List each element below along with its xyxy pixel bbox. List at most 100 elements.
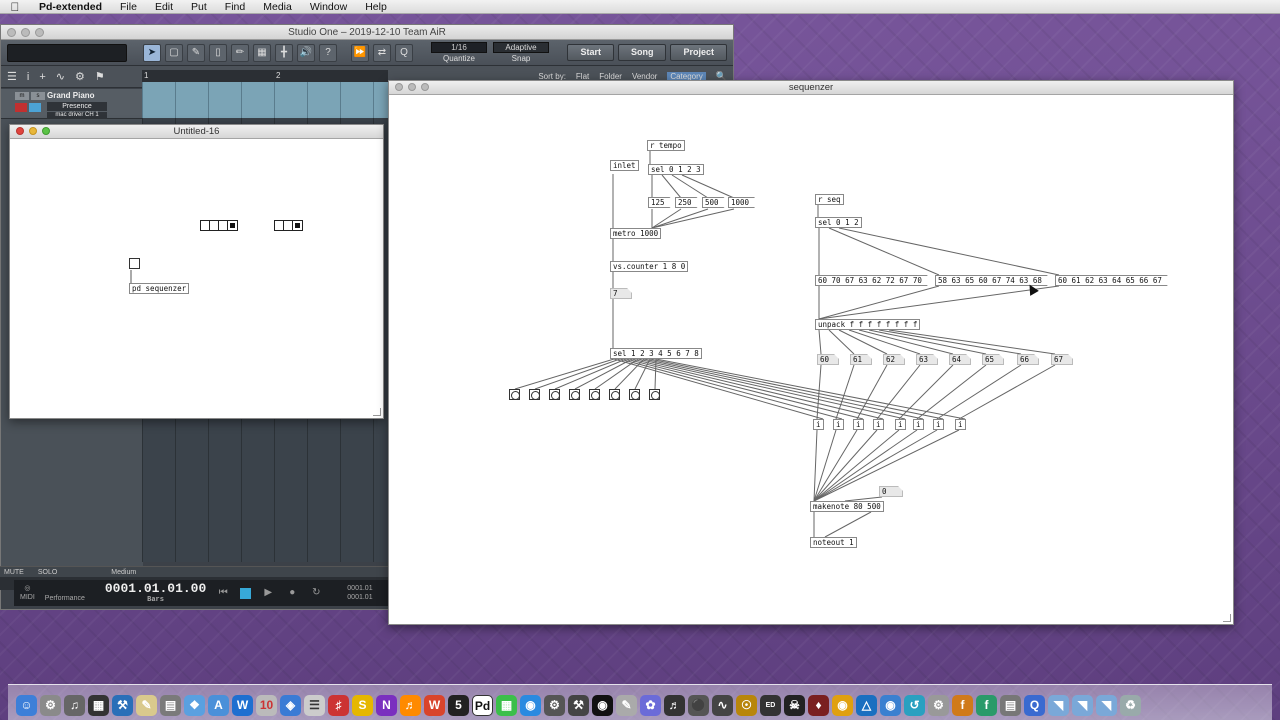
- safari-icon[interactable]: ❖: [184, 695, 205, 716]
- quicktime-icon[interactable]: Q: [1024, 695, 1045, 716]
- msg-250[interactable]: 250: [675, 197, 698, 208]
- folder-1-icon[interactable]: ◥: [1048, 695, 1069, 716]
- obj-sel-tempo[interactable]: sel 0 1 2 3: [648, 164, 704, 175]
- obj-i-2[interactable]: i: [833, 419, 844, 430]
- menu-media[interactable]: Media: [254, 1, 301, 13]
- cable-icon[interactable]: ∿: [712, 695, 733, 716]
- numbox-note-4[interactable]: 63: [916, 354, 938, 365]
- zoom-icon[interactable]: [42, 127, 50, 135]
- obj-noteout[interactable]: noteout 1: [810, 537, 857, 548]
- yellow-app-icon[interactable]: ◉: [832, 695, 853, 716]
- forward-icon[interactable]: ⏩: [351, 43, 369, 62]
- finder-icon[interactable]: ☺: [16, 695, 37, 716]
- solo-all-label[interactable]: SOLO: [38, 569, 57, 576]
- wavelab-icon[interactable]: W: [424, 695, 445, 716]
- menu-file[interactable]: File: [111, 1, 146, 13]
- numbox-zero[interactable]: 0: [879, 486, 903, 497]
- loop-transport-icon[interactable]: ↻: [309, 587, 323, 599]
- numbox-note-6[interactable]: 65: [982, 354, 1004, 365]
- msg-1000[interactable]: 1000: [728, 197, 755, 208]
- solo-button[interactable]: s: [31, 92, 45, 100]
- sequenzer-titlebar[interactable]: sequenzer: [389, 81, 1233, 95]
- app-store-icon[interactable]: A: [208, 695, 229, 716]
- headphones-icon[interactable]: ♬: [400, 695, 421, 716]
- msg-seq-3[interactable]: 60 61 62 63 64 65 66 67: [1055, 275, 1168, 286]
- listen-tool-icon[interactable]: 🔊: [297, 43, 315, 62]
- timebase-value[interactable]: Adaptive: [493, 42, 549, 53]
- resize-handle[interactable]: [373, 408, 381, 416]
- marker-icon[interactable]: ⚑: [95, 70, 105, 83]
- snap-label[interactable]: Snap: [512, 54, 531, 63]
- obj-i-6[interactable]: i: [913, 419, 924, 430]
- bang-step-4[interactable]: [569, 389, 580, 400]
- robot-icon[interactable]: ⚙: [544, 695, 565, 716]
- obj-r-seq[interactable]: r seq: [815, 194, 844, 205]
- resize-handle[interactable]: [1223, 614, 1231, 622]
- blue-app-icon[interactable]: △: [856, 695, 877, 716]
- onenote-icon[interactable]: N: [376, 695, 397, 716]
- menu-list-icon[interactable]: ☰: [7, 70, 17, 83]
- zoom-icon[interactable]: [421, 83, 429, 91]
- minimize-icon[interactable]: [29, 127, 37, 135]
- menu-help[interactable]: Help: [356, 1, 396, 13]
- bang-step-1[interactable]: [509, 389, 520, 400]
- apple-icon[interactable]: : [0, 0, 30, 14]
- red-app-icon[interactable]: ♦: [808, 695, 829, 716]
- numbox-note-1[interactable]: 60: [817, 354, 839, 365]
- piano-icon[interactable]: ▦: [88, 695, 109, 716]
- studio-one-icon[interactable]: 5: [448, 695, 469, 716]
- obj-metro[interactable]: metro 1000: [610, 228, 662, 239]
- range-tool-icon[interactable]: ▢: [165, 43, 183, 62]
- f2-icon[interactable]: f: [976, 695, 997, 716]
- scanner-icon[interactable]: ▤: [1000, 695, 1021, 716]
- msg-500[interactable]: 500: [702, 197, 725, 208]
- skull-icon[interactable]: ☠: [784, 695, 805, 716]
- close-icon[interactable]: [7, 28, 16, 37]
- menu-find[interactable]: Find: [216, 1, 254, 13]
- automation-icon[interactable]: ∿: [56, 70, 65, 83]
- menu-edit[interactable]: Edit: [146, 1, 182, 13]
- sync-icon[interactable]: ↺: [904, 695, 925, 716]
- obj-i-4[interactable]: i: [873, 419, 884, 430]
- guitar-icon[interactable]: ♯: [328, 695, 349, 716]
- s-app-icon[interactable]: S: [352, 695, 373, 716]
- minimize-icon[interactable]: [408, 83, 416, 91]
- bend-tool-icon[interactable]: ╋: [275, 43, 293, 62]
- disk-icon[interactable]: ◉: [880, 695, 901, 716]
- toggle-run[interactable]: [129, 258, 140, 269]
- stop-button[interactable]: [240, 587, 252, 599]
- bang-step-2[interactable]: [529, 389, 540, 400]
- zoom-q-icon[interactable]: Q: [395, 43, 413, 62]
- monitor-button[interactable]: [29, 103, 41, 112]
- loop-icon[interactable]: ⇄: [373, 43, 391, 62]
- pd-icon[interactable]: Pd: [472, 695, 493, 716]
- settings-icon[interactable]: ⚙: [75, 70, 85, 83]
- track-grand-piano[interactable]: ms Grand Piano Presence mac driver CH 1: [1, 89, 143, 119]
- folder-2-icon[interactable]: ◥: [1072, 695, 1093, 716]
- obj-i-3[interactable]: i: [853, 419, 864, 430]
- pencil-icon[interactable]: ✎: [616, 695, 637, 716]
- track-size-label[interactable]: Medium: [111, 569, 136, 576]
- network-icon[interactable]: ◈: [280, 695, 301, 716]
- play-icon[interactable]: ▶: [261, 587, 275, 599]
- minimize-icon[interactable]: [21, 28, 30, 37]
- obj-inlet[interactable]: inlet: [610, 160, 639, 171]
- help-icon[interactable]: ?: [319, 43, 337, 62]
- headphone-icon[interactable]: ♬: [664, 695, 685, 716]
- record-arm-button[interactable]: [15, 103, 27, 112]
- trash-icon[interactable]: ♻: [1120, 695, 1141, 716]
- bang-step-7[interactable]: [629, 389, 640, 400]
- xcode-icon[interactable]: ⚒: [112, 695, 133, 716]
- instrument-part-lane[interactable]: [142, 82, 388, 118]
- numbox-counter[interactable]: 7: [610, 288, 632, 299]
- project-button[interactable]: Project: [670, 44, 727, 61]
- menu-put[interactable]: Put: [182, 1, 216, 13]
- editor-icon[interactable]: ED: [760, 695, 781, 716]
- studio-one-titlebar[interactable]: Studio One – 2019-12-10 Team AiR: [1, 25, 733, 40]
- menu-app-name[interactable]: Pd-extended: [30, 1, 111, 13]
- untitled-titlebar[interactable]: Untitled-16: [10, 125, 383, 139]
- numbox-note-3[interactable]: 62: [883, 354, 905, 365]
- song-button[interactable]: Song: [617, 44, 667, 61]
- driver-label[interactable]: mac driver CH 1: [47, 112, 107, 119]
- mute-all-label[interactable]: MUTE: [4, 569, 24, 576]
